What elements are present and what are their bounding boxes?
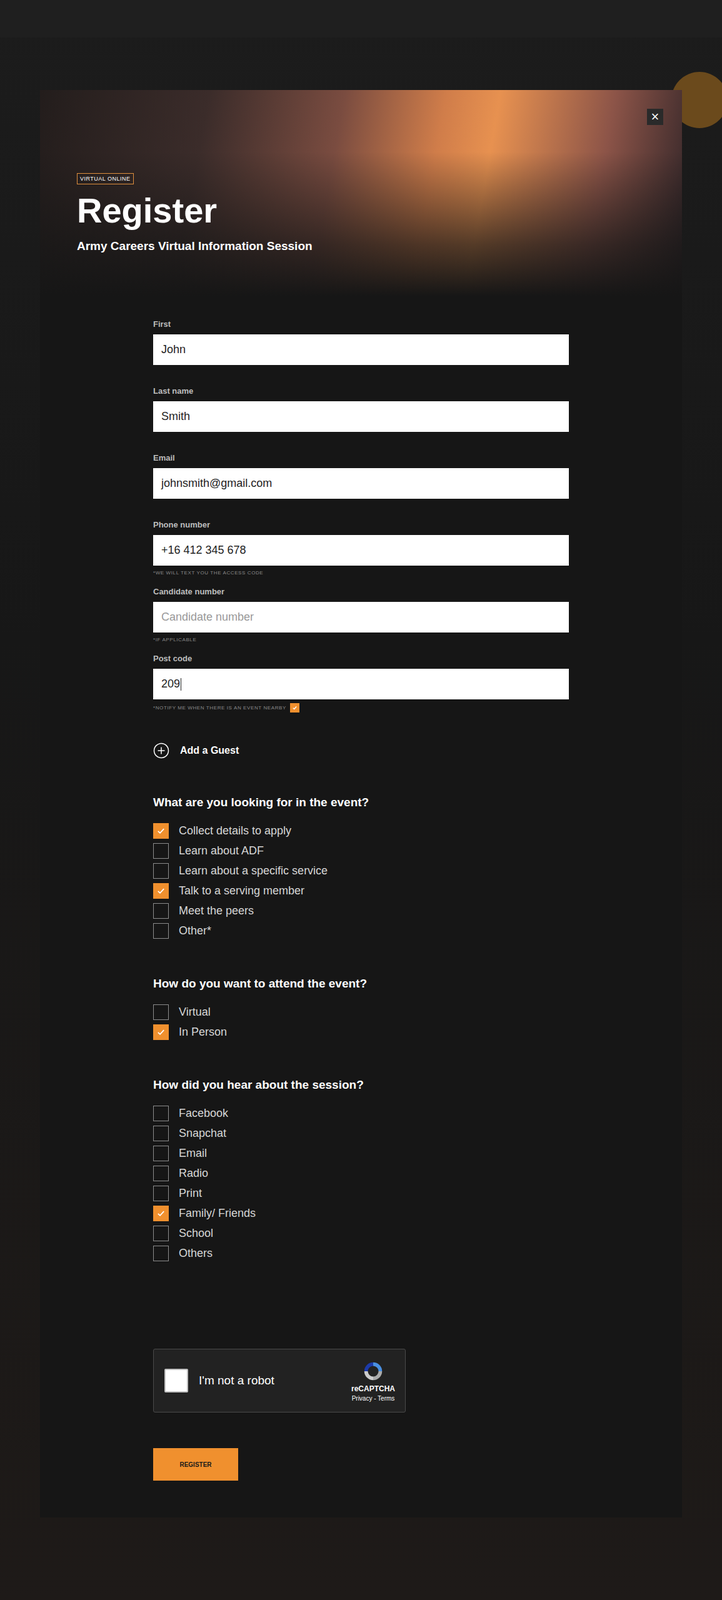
- text-input[interactable]: johnsmith@gmail.com: [153, 468, 569, 499]
- text-input[interactable]: John: [153, 334, 569, 366]
- field-label: Email: [153, 453, 569, 464]
- plus-circle-icon: [153, 742, 170, 759]
- register-modal: × VIRTUAL ONLINE Register Army Careers Virt…: [40, 90, 682, 1518]
- background-nav: [0, 0, 722, 38]
- form-field: First John: [153, 319, 569, 387]
- checkbox-option[interactable]: Others: [153, 1243, 569, 1264]
- checkbox[interactable]: [153, 1004, 169, 1021]
- checkbox[interactable]: [153, 823, 169, 839]
- field-label: Candidate number: [153, 586, 569, 597]
- recaptcha-label: I'm not a robot: [198, 1373, 352, 1388]
- checkbox-option[interactable]: Family/ Friends: [153, 1203, 569, 1224]
- register-button[interactable]: REGISTER: [153, 1448, 239, 1481]
- text-input[interactable]: 209: [153, 668, 569, 700]
- check-icon: [291, 705, 298, 711]
- field-label: Last name: [153, 386, 569, 397]
- checkbox[interactable]: [153, 1105, 169, 1122]
- checkbox-option[interactable]: School: [153, 1223, 569, 1244]
- checkbox[interactable]: [153, 923, 169, 939]
- check-icon: [155, 825, 167, 837]
- checkbox-option[interactable]: Meet the peers: [153, 900, 569, 921]
- checkbox-option[interactable]: Talk to a serving member: [153, 880, 569, 901]
- field-hint: *WE WILL TEXT YOU THE ACCESS CODE: [153, 565, 569, 577]
- checkbox[interactable]: [153, 1165, 169, 1182]
- checkbox[interactable]: [153, 843, 169, 859]
- checkbox-option[interactable]: Radio: [153, 1163, 569, 1184]
- field-hint: [153, 431, 569, 443]
- add-guest-button[interactable]: Add a Guest: [153, 740, 569, 761]
- checkbox-option[interactable]: Other*: [153, 920, 569, 941]
- check-icon: [155, 1208, 167, 1219]
- modal-title: Register: [76, 190, 646, 231]
- recaptcha-logo: reCAPTCHAPrivacy - Terms: [351, 1359, 396, 1403]
- question-group: What are you looking for in the event? Co…: [153, 795, 569, 941]
- form-field: Last name Smith: [153, 386, 569, 454]
- check-icon: [155, 1027, 167, 1038]
- recaptcha-checkbox[interactable]: [164, 1368, 189, 1393]
- checkbox[interactable]: [153, 903, 169, 919]
- register-form: First John Last name Smith Email johnsmith@gm…: [40, 296, 569, 1481]
- checkbox-option[interactable]: Collect details to apply: [153, 820, 569, 841]
- text-input[interactable]: Candidate number: [153, 601, 569, 633]
- event-badge: VIRTUAL ONLINE: [76, 173, 134, 185]
- checkbox[interactable]: [153, 863, 169, 879]
- form-field: Email johnsmith@gmail.com: [153, 453, 569, 521]
- checkbox[interactable]: [153, 1225, 169, 1242]
- notify-checkbox[interactable]: [290, 703, 300, 713]
- checkbox-option[interactable]: Facebook: [153, 1103, 569, 1124]
- field-hint: *NOTIFY ME WHEN THERE IS AN EVENT NEARBY: [153, 699, 569, 713]
- form-field: Post code 209*NOTIFY ME WHEN THERE IS AN …: [153, 653, 569, 724]
- checkbox[interactable]: [153, 1205, 169, 1222]
- checkbox[interactable]: [153, 1245, 169, 1262]
- recaptcha: I'm not a robotreCAPTCHAPrivacy - Terms: [153, 1348, 406, 1413]
- question-title: How do you want to attend the event?: [153, 976, 569, 992]
- field-label: Phone number: [153, 520, 569, 531]
- recaptcha-icon: [361, 1359, 386, 1384]
- checkbox-option[interactable]: Learn about ADF: [153, 840, 569, 861]
- question-title: How did you hear about the session?: [153, 1077, 569, 1093]
- field-label: Post code: [153, 653, 569, 664]
- checkbox-option[interactable]: Email: [153, 1143, 569, 1164]
- checkbox[interactable]: [153, 1024, 169, 1041]
- field-hint: [153, 498, 569, 510]
- page: × VIRTUAL ONLINE Register Army Careers Virt…: [0, 0, 722, 1600]
- question-title: What are you looking for in the event?: [153, 795, 569, 811]
- modal-subtitle: Army Careers Virtual Information Session: [76, 239, 646, 254]
- text-caret: [180, 678, 182, 691]
- question-group: How do you want to attend the event? Virt…: [153, 976, 569, 1043]
- recaptcha-links[interactable]: Privacy - Terms: [351, 1395, 396, 1403]
- checkbox-option[interactable]: Virtual: [153, 1002, 569, 1023]
- check-icon: [155, 885, 167, 897]
- checkbox-option[interactable]: Snapchat: [153, 1123, 569, 1144]
- checkbox[interactable]: [153, 1145, 169, 1162]
- text-input[interactable]: +16 412 345 678: [153, 535, 569, 566]
- checkbox[interactable]: [153, 883, 169, 899]
- checkbox[interactable]: [153, 1125, 169, 1142]
- hero-banner: × VIRTUAL ONLINE Register Army Careers Virt…: [40, 90, 682, 297]
- form-field: Phone number +16 412 345 678*WE WILL TEXT…: [153, 520, 569, 587]
- checkbox-option[interactable]: Print: [153, 1183, 569, 1204]
- field-hint: *IF APPLICABLE: [153, 632, 569, 644]
- checkbox-option[interactable]: Learn about a specific service: [153, 860, 569, 881]
- checkbox-option[interactable]: In Person: [153, 1022, 569, 1043]
- checkbox[interactable]: [153, 1185, 169, 1202]
- field-hint: [153, 365, 569, 376]
- text-input[interactable]: Smith: [153, 401, 569, 432]
- field-label: First: [153, 319, 569, 330]
- form-field: Candidate numberCandidate number*IF APPL…: [153, 586, 569, 654]
- close-button[interactable]: ×: [646, 108, 664, 126]
- question-group: How did you hear about the session? Faceb…: [153, 1077, 569, 1264]
